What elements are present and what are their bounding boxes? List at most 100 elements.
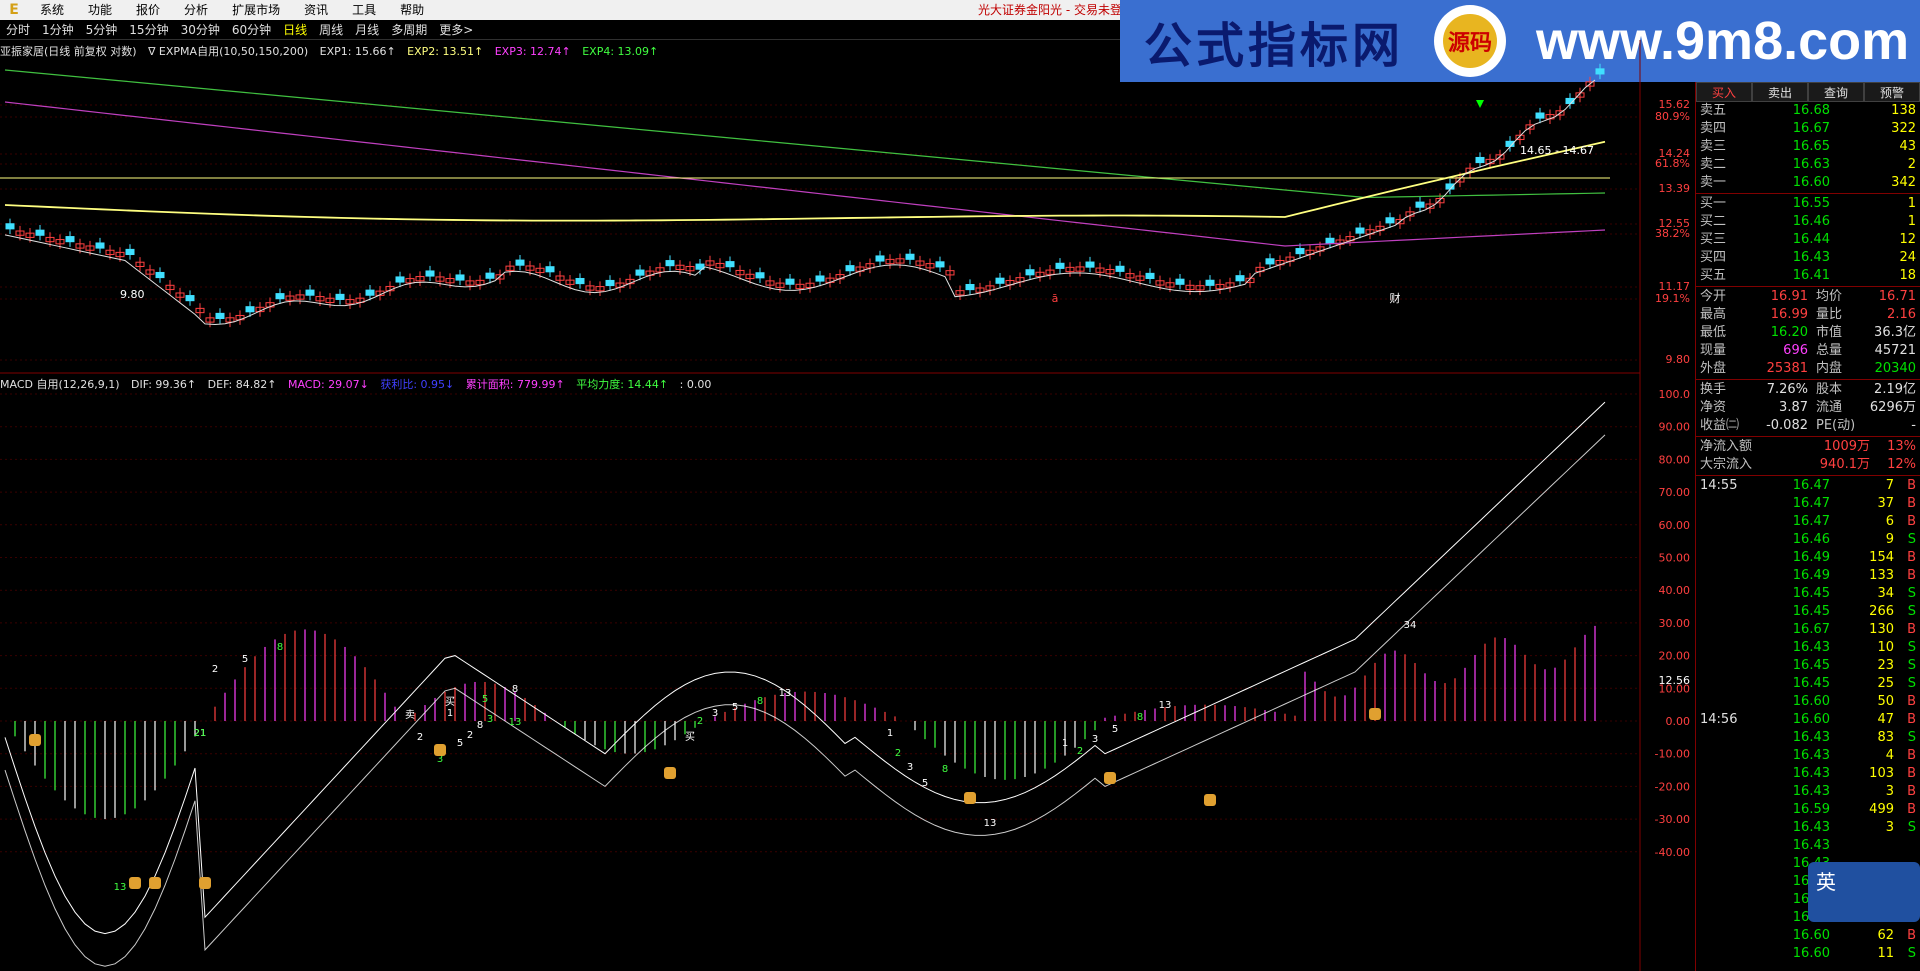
divider xyxy=(1696,436,1920,437)
period-monthly[interactable]: 月线 xyxy=(349,21,385,38)
period-5min[interactable]: 5分钟 xyxy=(80,21,124,38)
candle-body xyxy=(1175,278,1185,285)
candle-body xyxy=(965,283,975,291)
tick-time xyxy=(1700,675,1760,693)
candle-body xyxy=(785,278,795,285)
query-button[interactable]: 查询 xyxy=(1808,82,1864,102)
sell-button[interactable]: 卖出 xyxy=(1752,82,1808,102)
tick-volume: 83 xyxy=(1877,730,1894,745)
fib-count-label: 13 xyxy=(779,688,792,699)
money-bag-icon xyxy=(129,877,141,889)
candle-body xyxy=(845,265,855,272)
bids-row[interactable]: 买四 16.43 24 xyxy=(1696,249,1920,267)
period-daily[interactable]: 日线 xyxy=(277,21,313,38)
bids-row[interactable]: 买三 16.44 12 xyxy=(1696,231,1920,249)
tick-volume: 133 xyxy=(1869,568,1894,583)
tick-time xyxy=(1700,531,1760,549)
tick-price: 16.47 xyxy=(1792,514,1830,529)
macd-axis-label: 50.00 xyxy=(1659,552,1691,565)
period-30min[interactable]: 30分钟 xyxy=(175,21,226,38)
tick-price: 16.43 xyxy=(1792,838,1830,853)
menu-item-tools[interactable]: 工具 xyxy=(340,0,388,20)
bids-row[interactable]: 买二 16.46 1 xyxy=(1696,213,1920,231)
period-15min[interactable]: 15分钟 xyxy=(123,21,174,38)
asks-row[interactable]: 卖五 16.68 138 xyxy=(1696,102,1920,120)
tick-volume: 4 xyxy=(1885,748,1894,763)
fib-count-label: 2 xyxy=(697,716,703,727)
period-weekly[interactable]: 周线 xyxy=(313,21,349,38)
alert-button[interactable]: 预警 xyxy=(1864,82,1920,102)
tick-row: 16.45 23 S xyxy=(1696,657,1920,675)
period-more[interactable]: 更多> xyxy=(433,21,479,38)
tick-row: 16.43 4 B xyxy=(1696,747,1920,765)
tick-direction: S xyxy=(1907,820,1916,835)
menu-item-function[interactable]: 功能 xyxy=(76,0,124,20)
fib-count-label: 5 xyxy=(482,694,488,705)
menu-item-ext-market[interactable]: 扩展市场 xyxy=(220,0,292,20)
ime-indicator[interactable]: 英 xyxy=(1808,862,1920,922)
tick-row: 16.60 62 B xyxy=(1696,927,1920,945)
asks-price: 16.67 xyxy=(1792,121,1830,136)
fib-count-label: 买 xyxy=(445,696,455,708)
candle-body xyxy=(995,277,1005,284)
tick-direction: B xyxy=(1907,784,1916,799)
stat-label: 换手 xyxy=(1700,382,1727,397)
asks-row[interactable]: 卖三 16.65 43 xyxy=(1696,138,1920,156)
fib-count-label: 5 xyxy=(922,778,928,789)
kline-chart[interactable]: 15.6280.9%14.2461.8%13.3912.5538.2%11.17… xyxy=(0,40,1695,971)
money-bag-icon xyxy=(664,767,676,779)
fib-count-label: 8 xyxy=(1137,712,1143,723)
period-timeshare[interactable]: 分时 xyxy=(0,21,36,38)
asks-row[interactable]: 卖四 16.67 322 xyxy=(1696,120,1920,138)
candle-body xyxy=(1025,269,1035,276)
stat-label: 外盘 xyxy=(1700,361,1727,376)
candle-body xyxy=(665,260,675,267)
macd-indicator-name[interactable]: MACD 自用(12,26,9,1) xyxy=(0,378,120,391)
fib-count-label: 2 xyxy=(467,730,473,741)
price-axis-label: 61.8% xyxy=(1655,157,1690,170)
bids-volume: 18 xyxy=(1899,268,1916,283)
trade-buttons: 买入 卖出 查询 预警 xyxy=(1696,82,1920,102)
asks-row[interactable]: 卖二 16.63 2 xyxy=(1696,156,1920,174)
macd-axis-label: 20.00 xyxy=(1659,650,1691,663)
buy-button[interactable]: 买入 xyxy=(1696,82,1752,102)
tick-direction: B xyxy=(1907,496,1916,511)
flow-value: 940.1万 xyxy=(1819,457,1870,472)
exp3-value: EXP3: 12.74↑ xyxy=(494,45,571,58)
period-multi[interactable]: 多周期 xyxy=(385,21,433,38)
tick-price: 16.43 xyxy=(1792,730,1830,745)
tick-volume: 130 xyxy=(1869,622,1894,637)
expma-indicator-name[interactable]: ∇ EXPMA自用(10,50,150,200) xyxy=(148,45,308,58)
fib-count-label: 5 xyxy=(1112,724,1118,735)
menu-item-news[interactable]: 资讯 xyxy=(292,0,340,20)
menu-item-system[interactable]: 系统 xyxy=(28,0,76,20)
macd-axis-label: 80.00 xyxy=(1659,453,1691,466)
stat-value: 3.87 xyxy=(1779,400,1808,415)
tick-volume: 47 xyxy=(1877,712,1894,727)
tick-direction: B xyxy=(1907,478,1916,493)
tick-time xyxy=(1700,819,1760,837)
period-1min[interactable]: 1分钟 xyxy=(36,21,80,38)
menu-item-help[interactable]: 帮助 xyxy=(388,0,436,20)
bids-row[interactable]: 买五 16.41 18 xyxy=(1696,267,1920,285)
tick-price: 16.47 xyxy=(1792,478,1830,493)
macd-axis-label: 60.00 xyxy=(1659,519,1691,532)
asks-volume: 43 xyxy=(1899,139,1916,154)
bids-row[interactable]: 买一 16.55 1 xyxy=(1696,195,1920,213)
tick-volume: 50 xyxy=(1877,694,1894,709)
asks-price: 16.68 xyxy=(1792,103,1830,118)
price-axis-label: 9.80 xyxy=(1666,353,1691,366)
bids-label: 买四 xyxy=(1700,250,1727,265)
period-60min[interactable]: 60分钟 xyxy=(226,21,277,38)
tick-direction: B xyxy=(1907,928,1916,943)
menu-item-quote[interactable]: 报价 xyxy=(124,0,172,20)
asks-label: 卖五 xyxy=(1700,103,1727,118)
menu-item-analysis[interactable]: 分析 xyxy=(172,0,220,20)
stat-value: 16.91 xyxy=(1770,289,1808,304)
money-bag-icon xyxy=(1204,794,1216,806)
def-value: DEF: 84.82↑ xyxy=(207,378,277,391)
candle-body xyxy=(545,266,555,273)
fib-count-label: 1 xyxy=(447,708,453,719)
asks-row[interactable]: 卖一 16.60 342 xyxy=(1696,174,1920,192)
candle-body xyxy=(1595,68,1605,75)
